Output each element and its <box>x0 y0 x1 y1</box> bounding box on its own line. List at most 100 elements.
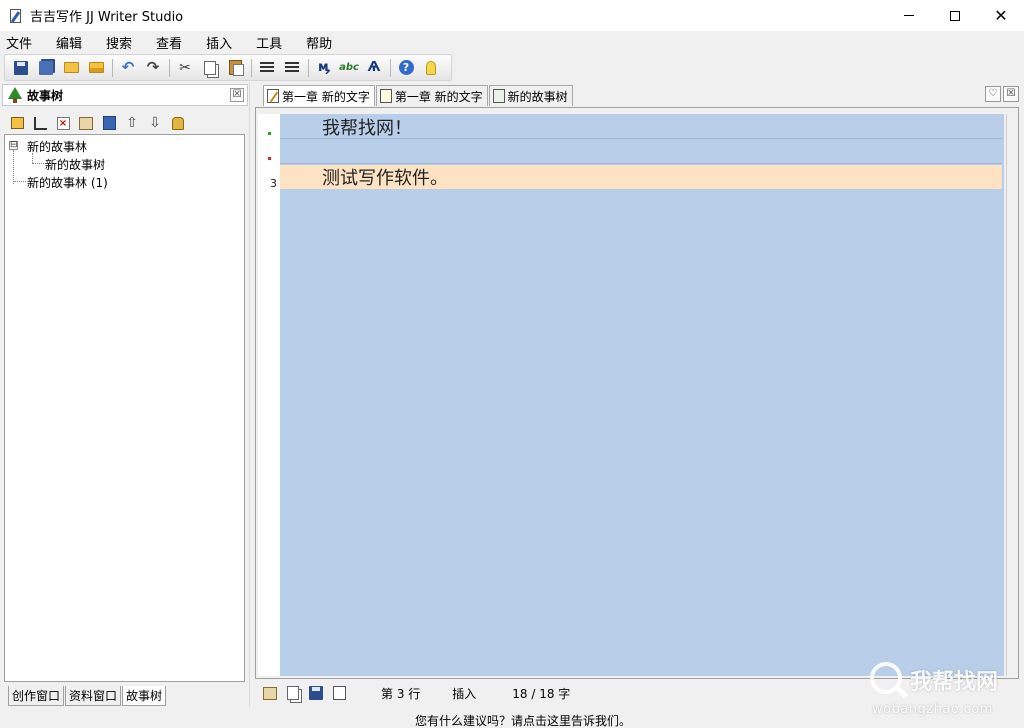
vertical-scrollbar[interactable] <box>1006 114 1016 676</box>
menu-help[interactable]: 帮助 <box>306 33 332 52</box>
watermark-text: 我帮找网 <box>910 670 999 695</box>
panel-close-button[interactable]: ☒ <box>230 88 244 102</box>
change-marker <box>268 157 271 160</box>
story-tree-icon <box>263 686 277 700</box>
panel-title: 故事树 <box>27 88 64 103</box>
current-editor-line[interactable]: 测试写作软件。 <box>280 165 1002 189</box>
save-all-icon <box>39 60 53 75</box>
tree-connector <box>32 163 46 164</box>
tree-connector <box>14 181 26 182</box>
close-button[interactable]: ✕ <box>978 0 1024 31</box>
document-tabs: 第一章 新的文字 第一章 新的文字 新的故事树 <box>263 85 574 106</box>
copy-button[interactable] <box>200 58 220 78</box>
toolbar-separator <box>251 58 252 77</box>
menu-view[interactable]: 查看 <box>156 33 182 52</box>
tab-story-tree[interactable]: 故事树 <box>122 686 167 706</box>
menu-tools[interactable]: 工具 <box>256 33 282 52</box>
properties-button[interactable] <box>77 114 95 132</box>
word-count: 18 / 18 字 <box>512 686 571 701</box>
tree-node[interactable]: 新的故事林 (1) <box>27 174 108 191</box>
undo-button[interactable]: ↶ <box>118 58 138 78</box>
save-all-button[interactable] <box>36 58 56 78</box>
toolbar-separator <box>169 58 170 77</box>
menu-file[interactable]: 文件 <box>6 33 32 52</box>
outdent-button[interactable] <box>282 58 302 78</box>
tree-connector <box>13 150 14 184</box>
tree-node[interactable]: 新的故事树 <box>45 156 105 173</box>
properties-icon <box>79 116 93 130</box>
replace-button[interactable]: Ѧ <box>364 58 384 78</box>
save-button[interactable] <box>11 58 31 78</box>
window-title: 吉吉写作 JJ Writer Studio <box>30 10 184 25</box>
move-up-button[interactable]: ⇧ <box>123 114 141 132</box>
tip-button[interactable] <box>421 58 441 78</box>
cut-icon: ✂ <box>179 59 191 76</box>
window-controls: ✕ <box>886 0 1024 31</box>
editor-line[interactable]: 我帮找网！ <box>280 115 1002 139</box>
doc-tab-label: 新的故事树 <box>507 89 568 104</box>
delete-icon: × <box>56 116 70 130</box>
save-icon <box>309 686 323 700</box>
add-child-button[interactable] <box>31 114 49 132</box>
status-copy-button[interactable] <box>284 684 302 702</box>
replace-icon: Ѧ <box>367 60 381 75</box>
maximize-button[interactable] <box>932 0 978 31</box>
doc-pin-button[interactable]: ♡ <box>985 86 1001 102</box>
delete-node-button[interactable]: × <box>54 114 72 132</box>
outdent-icon <box>285 61 299 74</box>
minimize-icon <box>904 15 914 16</box>
menu-search[interactable]: 搜索 <box>106 33 132 52</box>
editor-line[interactable] <box>280 140 1002 164</box>
insert-doc-icon <box>332 686 346 700</box>
doc-tab[interactable]: 新的故事树 <box>488 85 573 106</box>
app-icon <box>8 8 24 24</box>
menu-bar: 文件 编辑 搜索 查看 插入 工具 帮助 <box>0 31 1024 53</box>
panel-bottom-tabs: 创作窗口 资料窗口 故事树 <box>8 686 167 706</box>
toolbar-separator <box>308 58 309 77</box>
spellcheck-button[interactable]: abc <box>339 58 359 78</box>
panel-header: 故事树 ☒ <box>2 84 248 106</box>
insert-mode-indicator: 插入 <box>452 686 477 701</box>
tree-node[interactable]: 新的故事林 <box>27 138 87 155</box>
tab-writing-window[interactable]: 创作窗口 <box>8 686 65 706</box>
list-button[interactable] <box>100 114 118 132</box>
open-recent-icon <box>88 62 104 73</box>
feedback-link[interactable]: 您有什么建议吗？请点击这里告诉我们。 <box>415 712 631 728</box>
status-tree-button[interactable] <box>261 684 279 702</box>
redo-button[interactable]: ↷ <box>143 58 163 78</box>
doc-tab[interactable]: 第一章 新的文字 <box>263 85 375 106</box>
lock-button[interactable] <box>169 114 187 132</box>
open-button[interactable] <box>61 58 81 78</box>
doc-tab[interactable]: 第一章 新的文字 <box>375 85 488 106</box>
minimize-button[interactable] <box>886 0 932 31</box>
text-editor[interactable]: 我帮找网！ 测试写作软件。 <box>280 114 1004 676</box>
add-node-button[interactable] <box>8 114 26 132</box>
move-down-button[interactable]: ⇩ <box>146 114 164 132</box>
cut-button[interactable]: ✂ <box>175 58 195 78</box>
open-folder-icon <box>63 62 79 73</box>
collapse-toggle[interactable]: ⊟ <box>9 141 18 150</box>
arrow-down-icon: ⇩ <box>149 115 161 131</box>
tab-resource-window[interactable]: 资料窗口 <box>65 686 122 706</box>
panel-toolbar: × ⇧ ⇩ <box>2 110 248 136</box>
story-tree: ⊟ 新的故事林 新的故事树 新的故事林 (1) <box>4 134 245 682</box>
paste-icon <box>228 60 244 76</box>
find-button[interactable]: ӎ <box>314 58 334 78</box>
status-save-button[interactable] <box>307 684 325 702</box>
note-doc-icon <box>379 89 392 103</box>
menu-edit[interactable]: 编辑 <box>56 33 82 52</box>
doc-close-button[interactable]: ☒ <box>1003 86 1019 102</box>
menu-insert[interactable]: 插入 <box>206 33 232 52</box>
list-icon <box>102 116 116 130</box>
line-indicator: 第 3 行 <box>381 686 421 701</box>
indent-button[interactable] <box>257 58 277 78</box>
status-insert-button[interactable] <box>330 684 348 702</box>
help-button[interactable]: ? <box>396 58 416 78</box>
lightbulb-icon <box>426 60 436 75</box>
indent-icon <box>260 61 274 74</box>
open-recent-button[interactable] <box>86 58 106 78</box>
edit-doc-icon <box>267 89 279 103</box>
watermark: 我帮找网 wobangzhao.com <box>868 658 1024 724</box>
magnifier-handle <box>895 686 909 699</box>
paste-button[interactable] <box>225 58 245 78</box>
